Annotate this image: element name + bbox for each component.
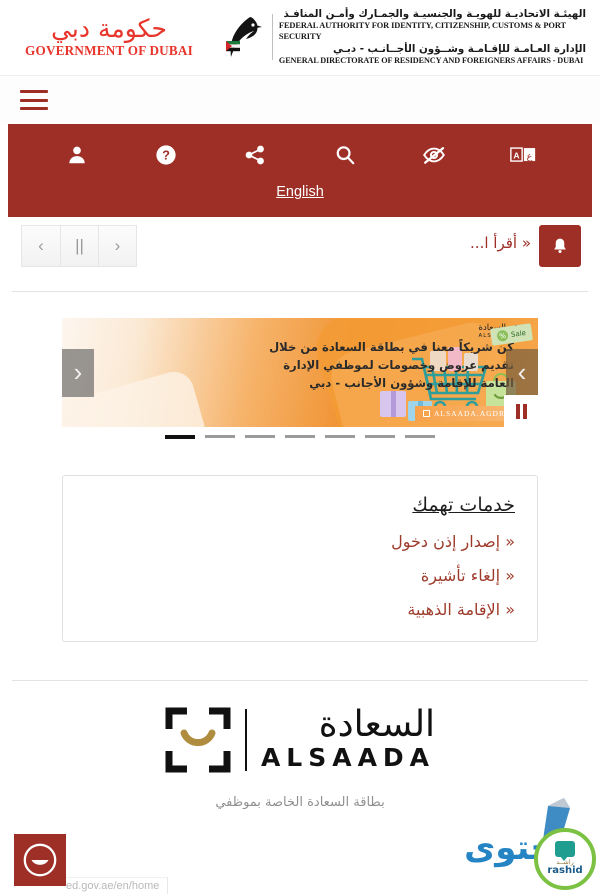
federal-authority-logo[interactable]: الهيئـة الاتحاديـة للهويـة والجنسيـة وال… — [220, 8, 586, 67]
brand-separator — [244, 709, 247, 771]
help-icon[interactable]: ? — [151, 140, 181, 170]
user-icon[interactable] — [62, 140, 92, 170]
language-switch-link[interactable]: English — [276, 184, 324, 200]
banner-headline: كن شريكاً معنا في بطاقة السعادة من خلال … — [269, 340, 514, 390]
alsaada-brand-block: السعادة ALSAADA — [0, 707, 600, 773]
logo-divider — [272, 14, 273, 61]
gov-logo-english: GOVERNMENT OF DUBAI — [25, 43, 193, 58]
alsaada-brand-english: ALSAADA — [260, 743, 436, 772]
rashid-label-english: rashid — [547, 865, 583, 877]
carousel-dot[interactable] — [285, 435, 315, 438]
svg-text:?: ? — [162, 148, 170, 163]
banner-next-arrow[interactable]: › — [506, 348, 538, 397]
carousel-dot[interactable] — [405, 435, 435, 438]
svg-text:A: A — [514, 150, 521, 160]
banner-pause-button[interactable] — [504, 395, 538, 427]
share-icon[interactable] — [240, 140, 270, 170]
falcon-emblem-icon — [220, 11, 266, 63]
carousel-dot-active[interactable] — [165, 435, 195, 439]
utility-icons-row: ? A ع — [8, 134, 592, 176]
eye-slash-icon[interactable] — [419, 140, 449, 170]
search-icon[interactable] — [330, 140, 360, 170]
gov-logo-arabic: حكومة دبي — [51, 14, 168, 43]
hamburger-menu-icon[interactable] — [20, 87, 50, 113]
ribbon-square-icon — [423, 410, 430, 417]
authority-arabic-line-1: الهيئـة الاتحاديـة للهويـة والجنسيـة وال… — [283, 8, 586, 21]
carousel-indicators — [0, 435, 600, 439]
ticker-pause-button[interactable]: || — [60, 226, 98, 266]
sale-percent-badge: % — [496, 329, 509, 342]
alsaada-brand-text: السعادة ALSAADA — [260, 704, 436, 773]
service-link-cancel-visa[interactable]: « إلغاء تأشيرة — [85, 566, 515, 585]
ticker-prev-button[interactable]: ‹ — [22, 226, 60, 266]
carousel-dot[interactable] — [205, 435, 235, 438]
page-root: حكومة دبي GOVERNMENT OF DUBAI الهيئـة ال… — [0, 0, 600, 894]
notifications-bell-button[interactable] — [539, 225, 581, 267]
ticker-controls: ‹ || › — [21, 225, 137, 267]
status-bar-url: ed.gov.ae/en/home — [60, 877, 169, 894]
footer-caption: بطاقة السعادة الخاصة بموظفي — [215, 795, 385, 810]
utility-toolbar: ? A ع English — [8, 124, 592, 217]
authority-arabic-line-2: الإدارة العـامـة للإقـامـة وشــؤون الأجـ… — [333, 42, 586, 55]
ticker-message[interactable]: « أقرأ ا... — [470, 234, 531, 252]
service-link-golden-residency[interactable]: « الإقامة الذهبية — [85, 600, 515, 619]
carousel-dot[interactable] — [365, 435, 395, 438]
translate-icon[interactable]: A ع — [508, 140, 538, 170]
services-card: خدمات تهمك « إصدار إذن دخول « إلغاء تأشي… — [62, 475, 538, 642]
authority-english-line-1: FEDERAL AUTHORITY FOR IDENTITY, CITIZENS… — [278, 20, 566, 41]
authority-text-block: الهيئـة الاتحاديـة للهويـة والجنسيـة وال… — [279, 8, 586, 67]
site-header: حكومة دبي GOVERNMENT OF DUBAI الهيئـة ال… — [0, 0, 600, 75]
services-card-title: خدمات تهمك — [412, 494, 515, 516]
menu-bar — [0, 75, 600, 124]
service-link-entry-permit[interactable]: « إصدار إذن دخول — [85, 532, 515, 551]
sale-tag-label: Sale — [510, 328, 527, 339]
ticker-divider — [12, 291, 588, 292]
pause-icon — [515, 403, 527, 419]
svg-text:ع: ع — [527, 151, 533, 162]
alsaada-smile-bracket-icon — [165, 707, 231, 773]
news-ticker: ‹ || › « أقرأ ا... — [0, 217, 600, 291]
banner-prev-arrow[interactable]: ‹ — [62, 348, 94, 397]
rashid-chat-assistant-button[interactable]: راشــد rashid — [534, 828, 596, 890]
ticker-next-button[interactable]: › — [98, 226, 136, 266]
feedback-smiley-button[interactable] — [14, 834, 66, 886]
alsaada-brand-arabic: السعادة — [318, 704, 436, 745]
carousel-dot[interactable] — [245, 435, 275, 438]
government-of-dubai-logo[interactable]: حكومة دبي GOVERNMENT OF DUBAI — [14, 16, 204, 59]
authority-english-line-2: GENERAL DIRECTORATE OF RESIDENCY AND FOR… — [278, 56, 584, 66]
promo-banner-carousel[interactable]: السعادة ALSAADA كن شريكاً معنا في بطاقة … — [62, 318, 538, 427]
footer-divider — [12, 680, 588, 681]
carousel-dot[interactable] — [325, 435, 355, 438]
chat-bubble-icon — [555, 840, 575, 861]
